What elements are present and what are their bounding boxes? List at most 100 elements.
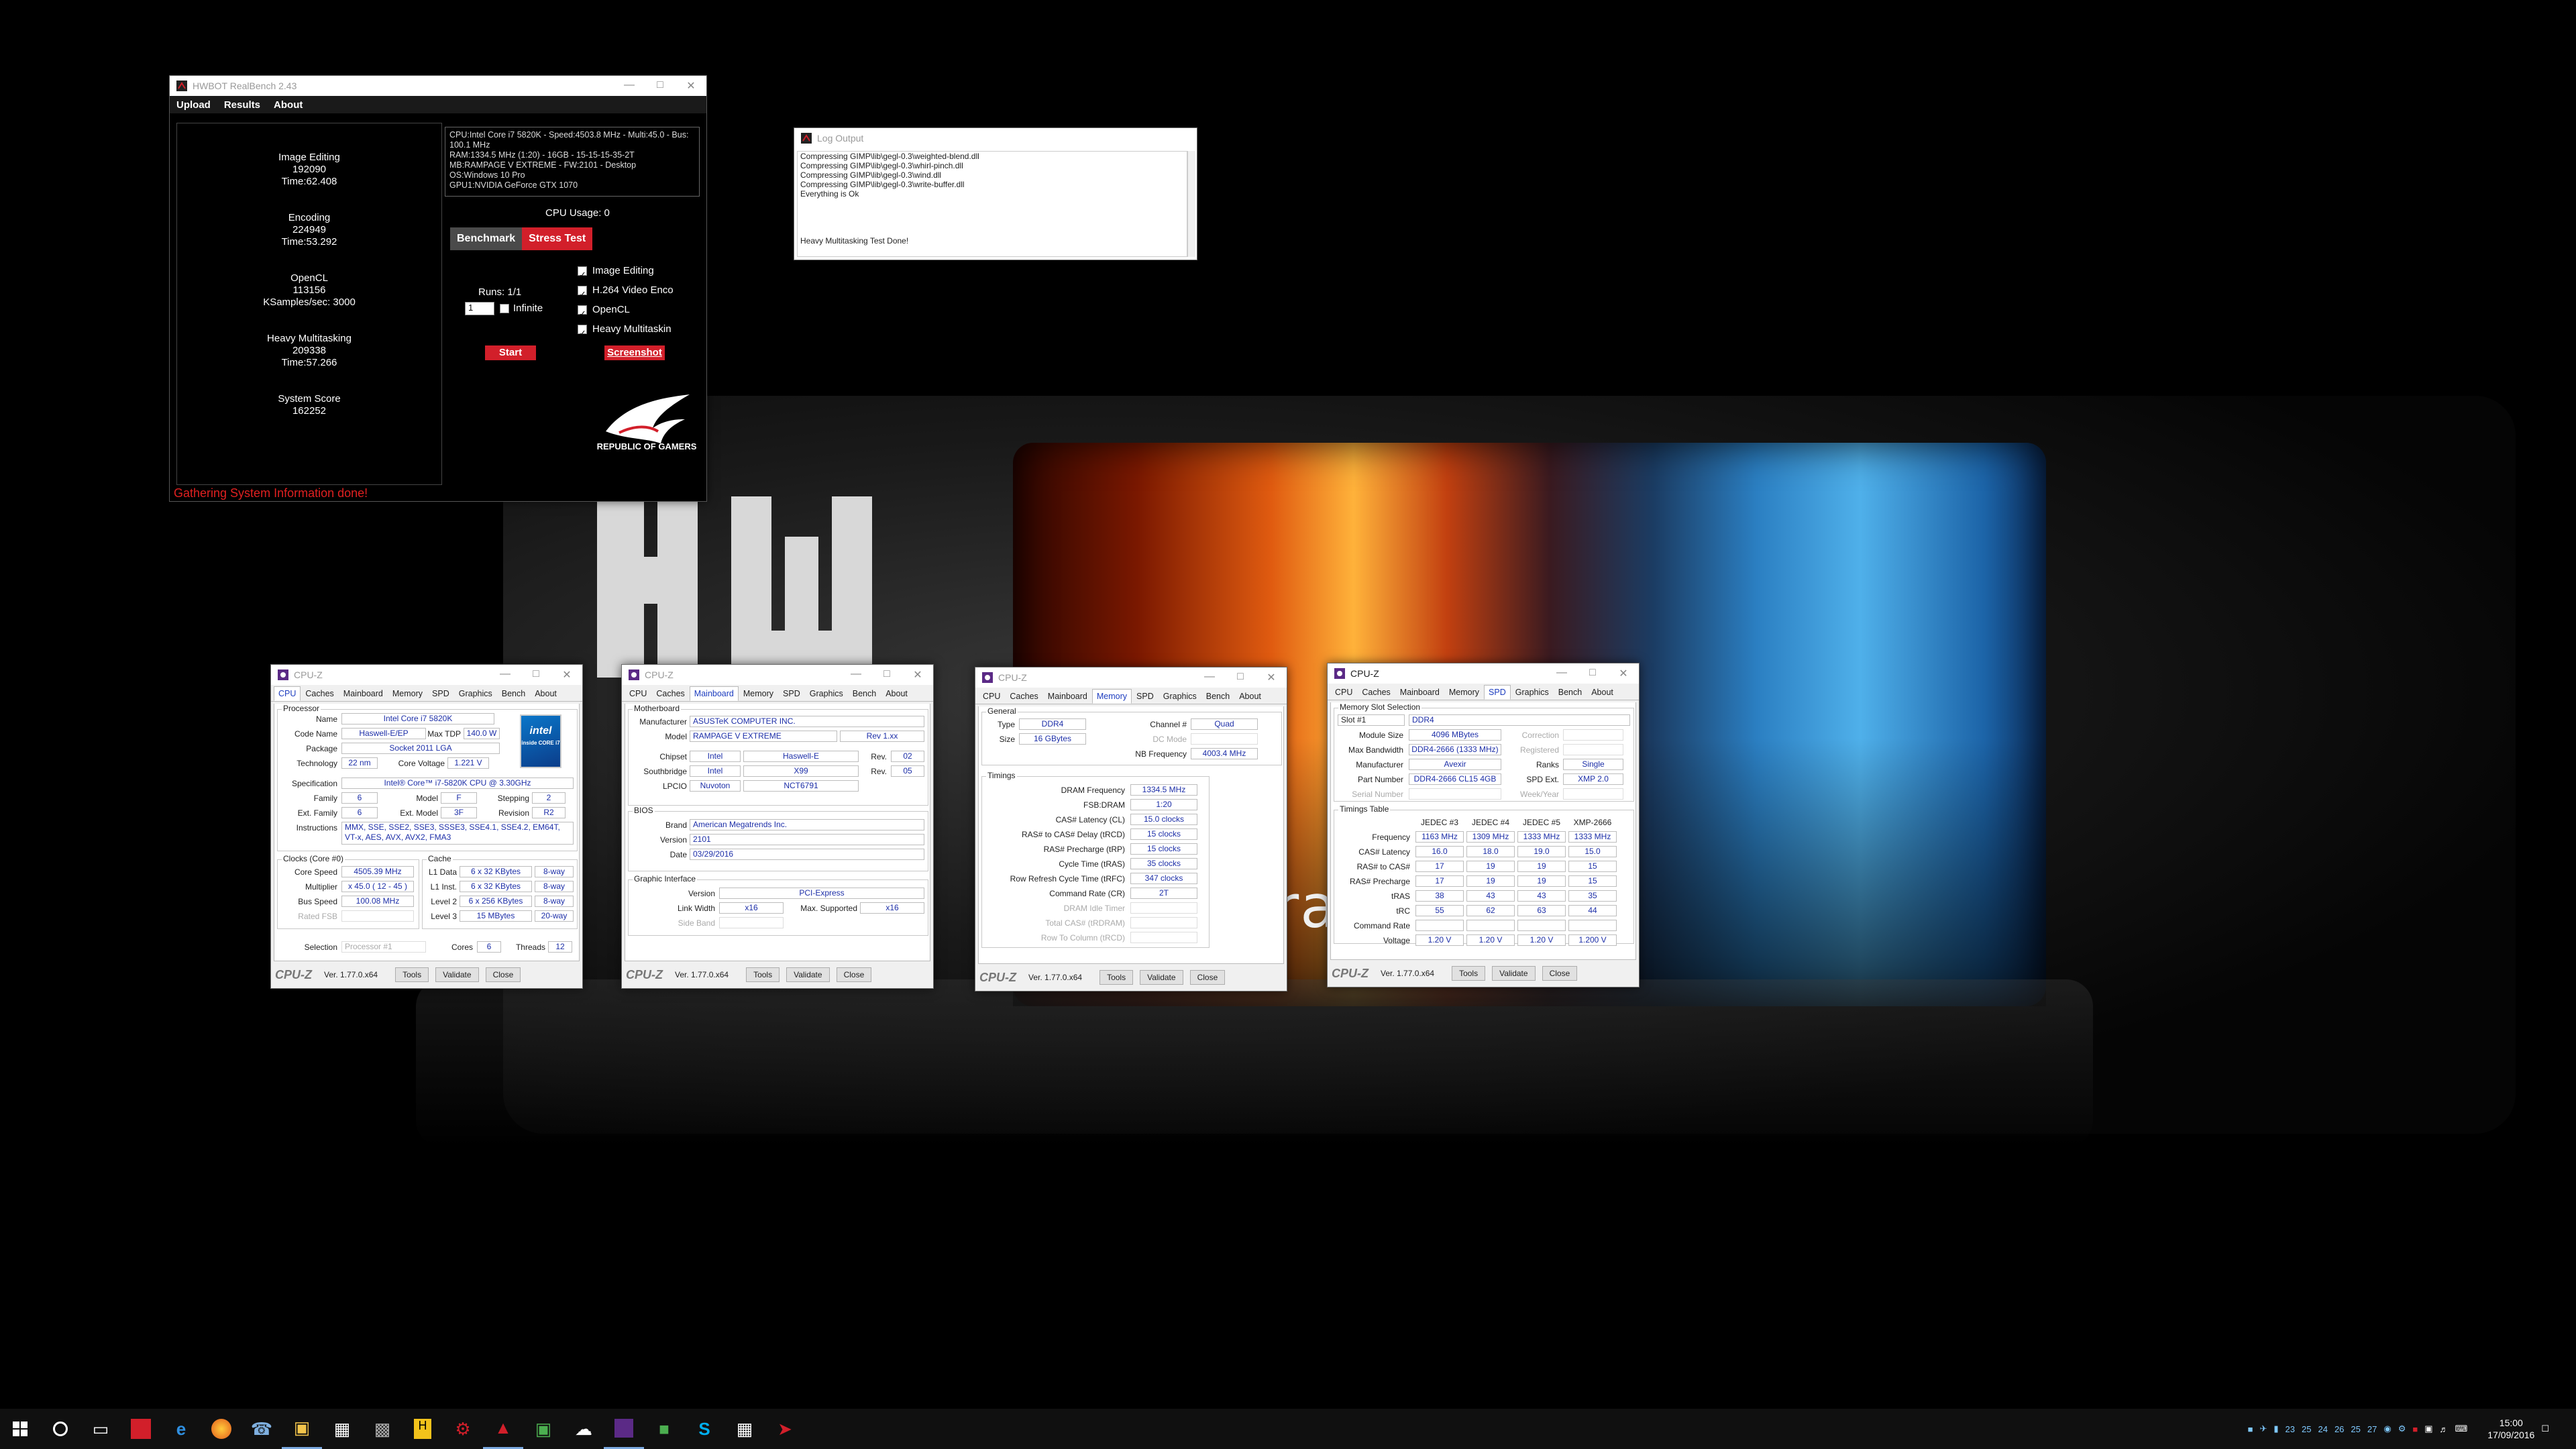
tab-graphics[interactable]: Graphics (1511, 685, 1554, 700)
tab-bench[interactable]: Bench (1201, 689, 1234, 704)
tab-bench[interactable]: Bench (497, 686, 530, 701)
tab-benchmark[interactable]: Benchmark (450, 227, 523, 250)
minimize-button[interactable]: — (841, 668, 871, 682)
tab-cpu[interactable]: CPU (625, 686, 651, 701)
taskbar-app[interactable]: ☁ (564, 1409, 604, 1449)
menu-results[interactable]: Results (224, 99, 260, 111)
minimize-button[interactable]: — (490, 668, 521, 682)
tab-memory[interactable]: Memory (388, 686, 427, 701)
taskbar-app[interactable]: ▩ (362, 1409, 402, 1449)
tab-cpu[interactable]: CPU (1330, 685, 1357, 700)
taskbar-rog[interactable]: ➤ (765, 1409, 805, 1449)
validate-button[interactable]: Validate (435, 967, 479, 982)
clock[interactable]: 15:00 17/09/2016 (2487, 1417, 2534, 1441)
tray-icon[interactable]: ■ (2412, 1424, 2418, 1434)
volume-icon[interactable]: ♬ (2440, 1424, 2449, 1434)
close-button[interactable]: Close (1189, 970, 1226, 985)
start-button[interactable]: Start (485, 345, 536, 360)
close-button[interactable]: ✕ (1608, 667, 1639, 680)
notifications-icon[interactable]: ☐ (2541, 1424, 2549, 1434)
runs-spinner[interactable]: 1 (465, 302, 494, 315)
tab-mainboard[interactable]: Mainboard (1395, 685, 1444, 700)
infinite-option[interactable]: Infinite (500, 303, 543, 314)
tab-memory[interactable]: Memory (1444, 685, 1484, 700)
maximize-button[interactable]: □ (521, 668, 551, 682)
taskbar-skype[interactable]: S (684, 1409, 724, 1449)
tab-about[interactable]: About (1234, 689, 1266, 704)
tab-caches[interactable]: Caches (301, 686, 338, 701)
cpuz-titlebar[interactable]: CPU-Z — □ ✕ (622, 665, 933, 685)
screenshot-button[interactable]: Screenshot (604, 345, 665, 360)
close-button[interactable]: ✕ (1256, 671, 1287, 684)
tab-cpu[interactable]: CPU (978, 689, 1005, 704)
maximize-button[interactable]: □ (1577, 667, 1608, 680)
minimize-button[interactable]: — (1194, 671, 1225, 684)
tab-memory[interactable]: Memory (1091, 689, 1132, 704)
tab-caches[interactable]: Caches (1357, 685, 1395, 700)
minimize-button[interactable]: — (1546, 667, 1577, 680)
close-button[interactable]: ✕ (902, 668, 933, 682)
tools-button[interactable]: Tools (395, 967, 429, 982)
tab-bench[interactable]: Bench (1554, 685, 1587, 700)
tab-mainboard[interactable]: Mainboard (689, 686, 739, 701)
tab-stress-test[interactable]: Stress Test (522, 227, 593, 250)
tray-icon[interactable]: ▮ (2273, 1424, 2278, 1434)
validate-button[interactable]: Validate (1492, 966, 1536, 981)
taskbar-firefox[interactable] (201, 1409, 241, 1449)
menu-about[interactable]: About (274, 99, 303, 111)
taskbar-calculator[interactable]: ▦ (724, 1409, 765, 1449)
taskbar-hwbot[interactable]: H (402, 1409, 443, 1449)
maximize-button[interactable]: □ (645, 79, 676, 93)
tab-spd[interactable]: SPD (1132, 689, 1159, 704)
taskbar-explorer[interactable]: ▣ (282, 1409, 322, 1449)
tab-bench[interactable]: Bench (848, 686, 881, 701)
taskbar-app[interactable]: ☎ (241, 1409, 282, 1449)
close-button[interactable]: Close (485, 967, 521, 982)
close-button[interactable]: Close (1542, 966, 1578, 981)
tab-spd[interactable]: SPD (1484, 685, 1511, 700)
tab-graphics[interactable]: Graphics (1159, 689, 1201, 704)
close-button[interactable]: Close (836, 967, 872, 982)
log-titlebar[interactable]: Log Output (794, 128, 1197, 148)
maximize-button[interactable]: □ (871, 668, 902, 682)
tray-icon[interactable]: ■ (2248, 1424, 2253, 1434)
network-icon[interactable]: ▣ (2424, 1424, 2432, 1434)
cpuz-titlebar[interactable]: CPU-Z — □ ✕ (1328, 663, 1639, 684)
tab-about[interactable]: About (530, 686, 561, 701)
tab-memory[interactable]: Memory (739, 686, 778, 701)
tab-cpu[interactable]: CPU (274, 686, 301, 701)
tools-button[interactable]: Tools (746, 967, 780, 982)
close-button[interactable]: ✕ (551, 668, 582, 682)
processor-select[interactable]: Processor #1 (341, 941, 426, 953)
realbench-titlebar[interactable]: HWBOT RealBench 2.43 — □ ✕ (170, 76, 706, 96)
taskbar-app[interactable]: ■ (644, 1409, 684, 1449)
taskbar-app[interactable]: ▦ (322, 1409, 362, 1449)
tab-spd[interactable]: SPD (427, 686, 454, 701)
log-scrollbar[interactable] (1187, 151, 1195, 257)
tab-about[interactable]: About (881, 686, 912, 701)
taskbar-app[interactable]: ▣ (523, 1409, 564, 1449)
taskbar-edge[interactable]: e (161, 1409, 201, 1449)
cpuz-titlebar[interactable]: CPU-Z — □ ✕ (271, 665, 582, 685)
maximize-button[interactable]: □ (1225, 671, 1256, 684)
task-view-button[interactable]: ▭ (80, 1409, 121, 1449)
slot-select[interactable]: Slot #1 (1338, 714, 1405, 726)
option-image-editing[interactable]: Image Editing (578, 261, 674, 284)
validate-button[interactable]: Validate (786, 967, 830, 982)
tools-button[interactable]: Tools (1099, 970, 1134, 985)
tray-icon[interactable]: ⚙ (2398, 1424, 2406, 1434)
tray-icon[interactable]: ◉ (2383, 1424, 2391, 1434)
tab-caches[interactable]: Caches (1005, 689, 1042, 704)
taskbar-realbench[interactable]: ▲ (483, 1409, 523, 1449)
minimize-button[interactable]: — (614, 79, 645, 93)
cpuz-titlebar[interactable]: CPU-Z — □ ✕ (975, 667, 1287, 688)
tray-icon[interactable]: ✈ (2259, 1424, 2267, 1434)
tab-about[interactable]: About (1587, 685, 1618, 700)
close-button[interactable]: ✕ (676, 79, 706, 93)
taskbar-cpuz[interactable] (604, 1409, 644, 1449)
infinite-checkbox[interactable] (500, 303, 509, 313)
tab-graphics[interactable]: Graphics (454, 686, 497, 701)
validate-button[interactable]: Validate (1140, 970, 1183, 985)
menu-upload[interactable]: Upload (176, 99, 211, 111)
tab-mainboard[interactable]: Mainboard (339, 686, 388, 701)
